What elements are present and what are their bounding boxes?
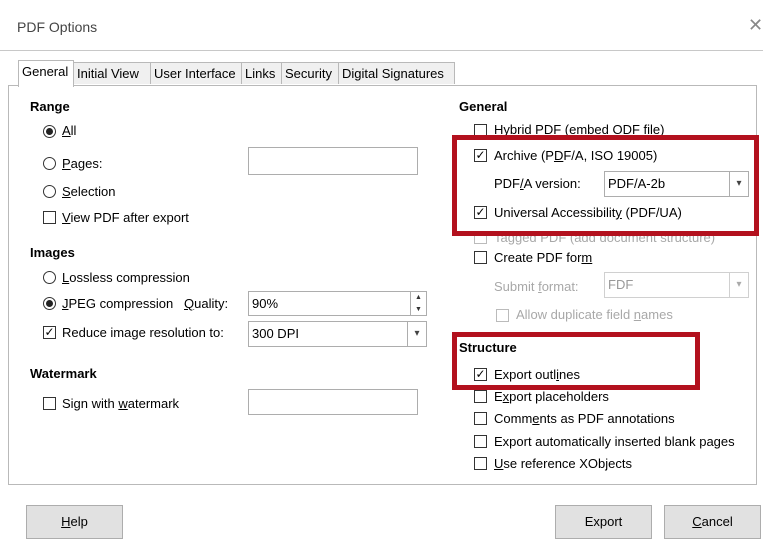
spin-up-icon[interactable]: ▲	[411, 292, 426, 304]
create-form-label: Create PDF form	[494, 250, 593, 265]
blank-pages-checkbox[interactable]	[474, 435, 487, 448]
sign-watermark-label: Sign with watermark	[62, 396, 180, 411]
comments-label: Comments as PDF annotations	[494, 411, 675, 426]
spin-buttons[interactable]: ▲ ▼	[410, 292, 426, 315]
watermark-input[interactable]	[248, 389, 418, 415]
tab-security[interactable]: Security	[281, 62, 339, 84]
radio-selection-label: Selection	[62, 184, 116, 199]
dialog-title: PDF Options	[17, 19, 98, 35]
tab-digital-signatures[interactable]: Digital Signatures	[338, 62, 455, 84]
general-heading: General	[459, 99, 508, 114]
duplicate-fields-checkbox[interactable]	[496, 309, 509, 322]
blank-pages-label: Export automatically inserted blank page…	[494, 434, 735, 449]
radio-pages[interactable]	[43, 157, 56, 170]
range-heading: Range	[30, 99, 70, 114]
help-button[interactable]: Help	[26, 505, 123, 539]
resolution-dropdown[interactable]: 300 DPI ▾	[248, 321, 427, 347]
tab-links[interactable]: Links	[241, 62, 282, 84]
radio-all-label: All	[62, 123, 77, 138]
highlight-box-structure	[452, 332, 700, 390]
highlight-box-archive	[452, 135, 759, 236]
submit-format-value: FDF	[608, 277, 634, 292]
radio-jpeg-label: JPEG compression	[62, 296, 174, 311]
sign-watermark-checkbox[interactable]	[43, 397, 56, 410]
spin-down-icon[interactable]: ▼	[411, 304, 426, 316]
reduce-resolution-label: Reduce image resolution to:	[62, 325, 224, 340]
title-bar	[0, 0, 763, 51]
reduce-resolution-checkbox[interactable]: ✓	[43, 326, 56, 339]
radio-all[interactable]	[43, 125, 56, 138]
pages-input[interactable]	[248, 147, 418, 175]
view-after-export-label: View PDF after export	[62, 210, 189, 225]
export-placeholders-label: Export placeholders	[494, 389, 609, 404]
duplicate-fields-label: Allow duplicate field names	[516, 307, 673, 322]
tab-initial-view[interactable]: Initial View	[73, 62, 151, 84]
watermark-heading: Watermark	[30, 366, 97, 381]
resolution-value: 300 DPI	[252, 326, 299, 341]
submit-format-dropdown[interactable]: FDF ▾	[604, 272, 749, 298]
tab-general[interactable]: General	[18, 60, 74, 87]
export-placeholders-checkbox[interactable]	[474, 390, 487, 403]
xobjects-label: Use reference XObjects	[494, 456, 633, 471]
xobjects-checkbox[interactable]	[474, 457, 487, 470]
cancel-button[interactable]: Cancel	[664, 505, 761, 539]
quality-value: 90%	[252, 296, 279, 311]
radio-lossless[interactable]	[43, 271, 56, 284]
radio-selection[interactable]	[43, 185, 56, 198]
submit-format-label: Submit format:	[494, 279, 579, 294]
comments-checkbox[interactable]	[474, 412, 487, 425]
create-form-checkbox[interactable]	[474, 251, 487, 264]
radio-pages-label: Pages:	[62, 156, 103, 171]
radio-jpeg[interactable]	[43, 297, 56, 310]
close-icon[interactable]: ✕	[748, 15, 763, 36]
chevron-down-icon: ▾	[407, 322, 426, 346]
tab-user-interface[interactable]: User Interface	[150, 62, 242, 84]
chevron-down-icon: ▾	[729, 273, 748, 297]
radio-lossless-label: Lossless compression	[62, 270, 190, 285]
images-heading: Images	[30, 245, 75, 260]
export-button[interactable]: Export	[555, 505, 652, 539]
view-after-export-checkbox[interactable]	[43, 211, 56, 224]
quality-label: Quality:	[184, 296, 229, 311]
quality-spinbox[interactable]: 90% ▲ ▼	[248, 291, 427, 316]
